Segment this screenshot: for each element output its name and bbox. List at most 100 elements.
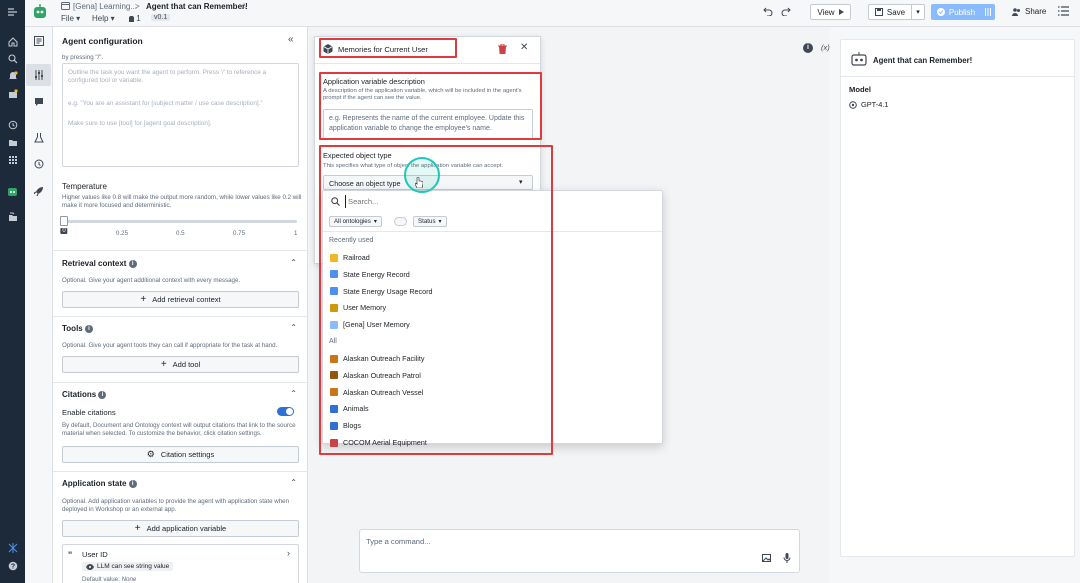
inbox-icon[interactable] [5, 87, 20, 101]
add-application-variable-button[interactable]: + Add application variable [62, 520, 299, 537]
temperature-tick-075: 0.75 [233, 230, 246, 237]
save-button[interactable]: Save [868, 4, 912, 20]
history-icon[interactable] [32, 157, 46, 171]
user-icon [129, 16, 134, 22]
model-name: GPT-4.1 [861, 100, 889, 109]
info-icon[interactable]: i [128, 479, 137, 488]
retrieval-context-description: Optional. Give your agent additional con… [62, 277, 241, 284]
redo-icon[interactable] [781, 7, 791, 17]
info-icon[interactable]: i [803, 43, 813, 53]
divider [53, 471, 308, 472]
apps-grid-icon[interactable] [5, 153, 20, 167]
info-icon[interactable]: i [128, 259, 137, 268]
chevron-up-icon[interactable]: ⌃ [290, 258, 297, 267]
share-button[interactable]: Share [1012, 7, 1046, 16]
temperature-tick-025: 0.25 [116, 230, 129, 237]
favorite-star-icon[interactable]: ☆ [240, 1, 248, 12]
application-state-title: Application state i [62, 479, 137, 488]
home-icon[interactable] [5, 35, 20, 49]
plus-icon: + [140, 294, 147, 305]
undo-icon[interactable] [763, 7, 773, 17]
app-navbar: ? [0, 0, 25, 583]
model-icon [849, 100, 857, 109]
system-prompt-textarea[interactable]: Outline the task you want the agent to p… [62, 63, 299, 167]
members-count[interactable]: 1 [129, 14, 141, 23]
microphone-icon[interactable] [783, 553, 791, 563]
add-tool-button[interactable]: + Add tool [62, 356, 299, 373]
folder-icon[interactable] [5, 136, 20, 150]
temperature-tick-1: 1 [294, 230, 298, 237]
highlight-title [319, 38, 457, 58]
workspace-icon[interactable] [5, 541, 20, 555]
sliders-icon[interactable] [32, 68, 46, 82]
close-icon[interactable]: ✕ [520, 42, 528, 53]
page-title[interactable]: Agent that can Remember! [146, 2, 248, 11]
robot-icon [851, 52, 867, 66]
chat-icon[interactable] [32, 95, 46, 109]
add-application-variable-label: Add application variable [146, 524, 227, 533]
variable-toggle[interactable]: (x) [821, 43, 830, 52]
gear-icon: ⚙ [146, 449, 155, 459]
agent-app-icon[interactable] [5, 184, 20, 198]
temperature-slider-track[interactable] [62, 220, 297, 223]
list-view-icon[interactable] [1058, 6, 1069, 17]
divider [53, 382, 308, 383]
divider [841, 76, 1074, 77]
version-tag[interactable]: v0.1 [151, 14, 171, 21]
svg-text:?: ? [10, 564, 14, 571]
publish-button[interactable]: Publish [931, 4, 981, 20]
info-icon[interactable]: i [84, 324, 93, 333]
prompt-placeholder-3: Make sure to use [tool] for [agent goal … [68, 120, 212, 127]
menu-help[interactable]: Help ▾ [92, 14, 115, 23]
breadcrumb-separator: > [135, 2, 140, 11]
temperature-value: 0 [60, 228, 68, 234]
panel-title: Agent configuration [62, 36, 143, 46]
visibility-badge-label: LLM can see string value [97, 563, 170, 570]
prompt-hint: by pressing "/". [62, 54, 104, 61]
retrieval-context-title: Retrieval context i [62, 259, 137, 268]
default-value: Default value: None [82, 576, 137, 583]
chevron-up-icon[interactable]: ⌃ [290, 323, 297, 332]
delete-trash-icon[interactable] [498, 44, 507, 54]
temperature-slider-handle[interactable] [60, 216, 68, 226]
play-icon [838, 9, 844, 15]
image-attach-icon[interactable] [762, 554, 771, 562]
files-icon[interactable] [5, 210, 20, 224]
notifications-icon[interactable] [5, 69, 20, 83]
variable-card-user-id[interactable]: " User ID › LLM can see string value Def… [62, 544, 299, 583]
prompt-placeholder-2: e.g. "You are an assistant for [subject … [68, 100, 263, 107]
save-label: Save [886, 7, 906, 17]
divider [53, 250, 308, 251]
tools-title: Tools i [62, 324, 93, 333]
visibility-badge: LLM can see string value [82, 562, 174, 571]
help-icon[interactable]: ? [5, 559, 20, 573]
overview-icon[interactable] [32, 34, 46, 48]
citation-settings-button[interactable]: ⚙ Citation settings [62, 446, 299, 463]
string-quote-icon: " [68, 550, 73, 560]
command-input[interactable]: Type a command... [359, 529, 800, 573]
lab-flask-icon[interactable] [32, 131, 46, 145]
breadcrumb-folder[interactable]: [Gena] Learning... [73, 2, 137, 11]
temperature-description: Higher values like 0.8 will make the out… [62, 194, 302, 209]
people-icon [1012, 7, 1020, 16]
divider [53, 316, 308, 317]
save-options-button[interactable]: ▾ [911, 4, 925, 20]
chevron-right-icon[interactable]: › [287, 548, 290, 558]
command-placeholder: Type a command... [366, 537, 431, 546]
info-icon[interactable]: i [98, 390, 107, 399]
chevron-up-icon[interactable]: ⌃ [290, 478, 297, 487]
publish-settings-button[interactable] [980, 4, 995, 20]
chevron-up-icon[interactable]: ⌃ [290, 389, 297, 398]
view-button[interactable]: View [810, 4, 851, 20]
history-icon[interactable] [5, 118, 20, 132]
search-icon[interactable] [5, 52, 20, 66]
citation-settings-label: Citation settings [160, 450, 215, 459]
collapse-panel-icon[interactable]: « [288, 34, 294, 45]
expand-menu-icon[interactable] [5, 5, 20, 19]
enable-citations-toggle[interactable] [277, 407, 294, 416]
preview-card: Agent that can Remember! Model GPT-4.1 [840, 39, 1075, 557]
deploy-rocket-icon[interactable] [32, 184, 46, 198]
add-retrieval-context-button[interactable]: + Add retrieval context [62, 291, 299, 308]
menu-file[interactable]: File ▾ [61, 14, 80, 23]
prompt-placeholder-1: Outline the task you want the agent to p… [68, 69, 267, 84]
